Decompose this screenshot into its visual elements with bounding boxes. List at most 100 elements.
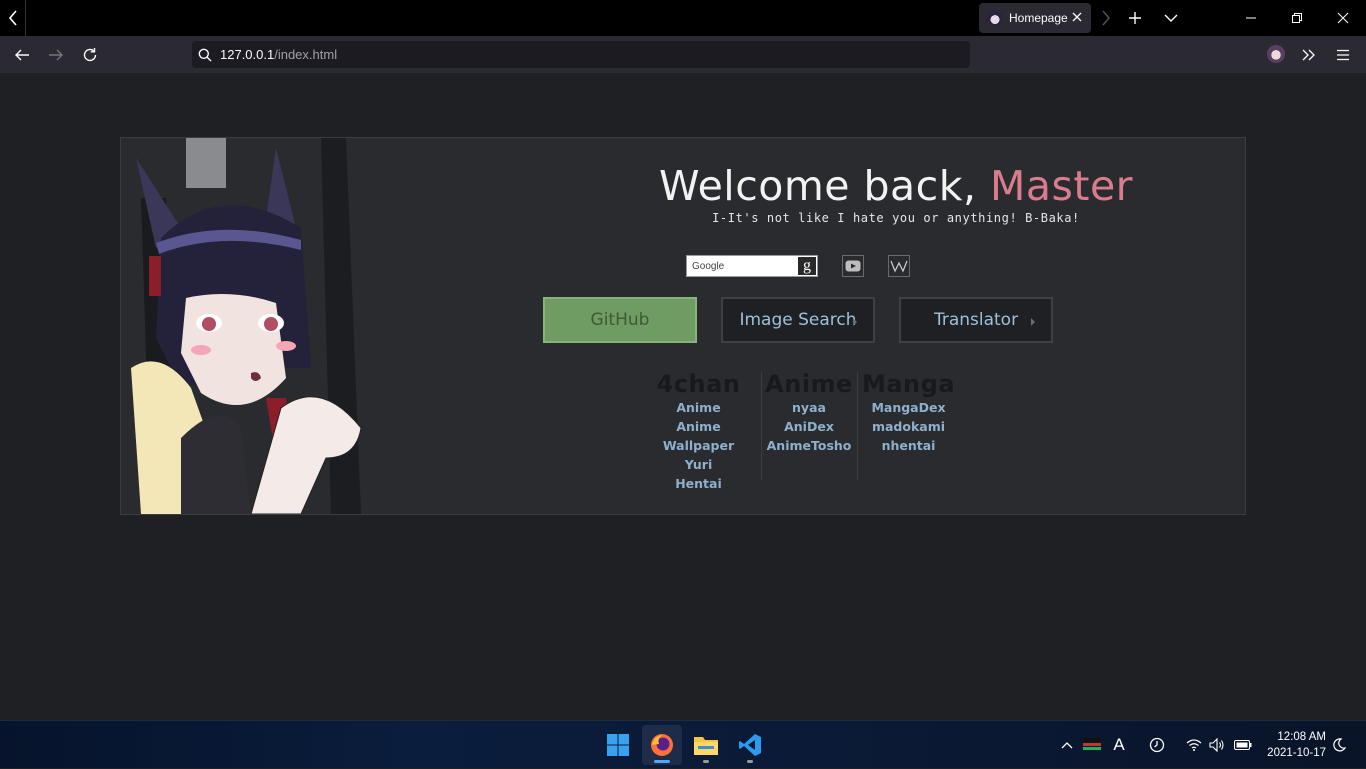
back-button[interactable]: [9, 42, 35, 68]
tab-strip: Homepage: [0, 0, 1366, 36]
github-button[interactable]: GitHub: [543, 297, 697, 343]
account-avatar[interactable]: [1267, 45, 1285, 63]
image-search-button[interactable]: Image Search: [721, 297, 875, 343]
youtube-search-button[interactable]: [842, 255, 864, 277]
taskbar-vscode[interactable]: [730, 725, 770, 765]
translator-button[interactable]: Translator: [899, 297, 1053, 343]
input-indicator[interactable]: A: [1108, 721, 1130, 769]
taskbar-clock[interactable]: 12:08 AM 2021-10-17: [1262, 729, 1326, 761]
navigation-toolbar: 127.0.0.1/index.html: [0, 36, 1366, 73]
clock-date: 2021-10-17: [1267, 747, 1326, 759]
minimize-icon: [1246, 17, 1256, 19]
sync-icon: [1149, 737, 1165, 753]
welcome-name: Master: [990, 162, 1134, 210]
focus-assist-button[interactable]: [1330, 721, 1348, 769]
taskbar-file-explorer[interactable]: [686, 725, 726, 765]
plus-icon: [1129, 12, 1141, 24]
taskbar-firefox[interactable]: [642, 725, 682, 765]
arrow-right-icon: [49, 49, 63, 61]
link-animetosho[interactable]: AnimeTosho: [764, 436, 854, 455]
page-viewport: Welcome back, Master I-It's not like I h…: [0, 73, 1366, 720]
url-path: /index.html: [274, 47, 338, 62]
tab-homepage[interactable]: Homepage: [979, 3, 1091, 33]
list-all-tabs-button[interactable]: [1161, 8, 1181, 28]
volume-button[interactable]: [1207, 721, 1227, 769]
active-app-indicator: [654, 760, 670, 763]
chevron-right-icon: [1102, 10, 1110, 26]
welcome-subtitle: I-It's not like I hate you or anything! …: [712, 211, 1080, 225]
column-heading: 4chan: [656, 370, 741, 398]
welcome-heading: Welcome back, Master: [561, 162, 1231, 210]
link-anime-wallpaper[interactable]: Anime Wallpaper: [641, 417, 756, 455]
more-tools-button[interactable]: [1296, 42, 1322, 68]
wikipedia-icon: [890, 260, 908, 273]
link-column-4chan: 4chan Anime Anime Wallpaper Yuri Hentai: [641, 370, 756, 493]
start-button[interactable]: [598, 725, 638, 765]
close-icon: [1337, 12, 1349, 24]
restore-button[interactable]: [1274, 0, 1320, 36]
column-divider: [857, 372, 858, 480]
link-nhentai[interactable]: nhentai: [861, 436, 956, 455]
tab-scroll-left-button[interactable]: [0, 0, 26, 36]
search-icon: [198, 48, 212, 61]
close-window-button[interactable]: [1320, 0, 1366, 36]
welcome-prefix: Welcome back,: [658, 162, 991, 210]
folder-icon: [694, 737, 718, 755]
image-search-button-label: Image Search: [739, 310, 857, 330]
translator-button-label: Translator: [933, 310, 1019, 330]
forward-button[interactable]: [43, 42, 69, 68]
link-anidex[interactable]: AniDex: [764, 417, 854, 436]
address-bar[interactable]: 127.0.0.1/index.html: [192, 41, 970, 68]
link-nyaa[interactable]: nyaa: [764, 398, 854, 417]
link-mangadex[interactable]: MangaDex: [861, 398, 956, 417]
chevron-left-icon: [8, 10, 17, 26]
column-heading: Manga: [861, 370, 956, 398]
github-button-label: GitHub: [590, 310, 650, 330]
search-input[interactable]: [687, 256, 797, 276]
open-app-indicator: [703, 760, 709, 763]
vscode-icon: [739, 734, 761, 756]
google-icon[interactable]: g: [798, 257, 816, 275]
tray-app-icon: [1083, 738, 1101, 750]
moon-icon: [1333, 738, 1346, 752]
youtube-icon: [845, 260, 861, 272]
double-chevron-right-icon: [1302, 49, 1315, 61]
tab-favicon-icon: [987, 10, 1003, 26]
windows-logo-icon: [607, 734, 629, 756]
chevron-up-icon: [1061, 742, 1073, 749]
google-search-box: g: [686, 255, 818, 277]
firefox-icon: [651, 734, 673, 756]
taskbar: A 12:08 AM 2021-10-17: [0, 720, 1366, 768]
caret-right-icon: [1031, 318, 1035, 326]
url-host: 127.0.0.1: [220, 47, 275, 62]
wikipedia-search-button[interactable]: [888, 255, 910, 277]
link-anime[interactable]: Anime: [641, 398, 756, 417]
show-hidden-icons-button[interactable]: [1058, 721, 1076, 769]
link-hentai[interactable]: Hentai: [641, 474, 756, 493]
clock-time: 12:08 AM: [1277, 731, 1326, 743]
tab-scroll-right-button[interactable]: [1096, 8, 1116, 28]
battery-icon: [1234, 740, 1252, 750]
hamburger-menu-icon: [1337, 49, 1349, 61]
tray-sync-button[interactable]: [1146, 721, 1168, 769]
arrow-left-icon: [15, 49, 29, 61]
link-column-anime: Anime nyaa AniDex AnimeTosho: [764, 370, 854, 455]
network-button[interactable]: [1184, 721, 1204, 769]
wifi-icon: [1186, 739, 1202, 751]
column-heading: Anime: [765, 370, 853, 398]
link-madokami[interactable]: madokami: [861, 417, 956, 436]
minimize-button[interactable]: [1228, 0, 1274, 36]
close-tab-icon[interactable]: [1071, 11, 1083, 23]
new-tab-button[interactable]: [1125, 8, 1145, 28]
battery-button[interactable]: [1232, 721, 1254, 769]
tab-title: Homepage: [1009, 11, 1068, 25]
tray-app-button[interactable]: [1082, 721, 1102, 769]
anime-character-illustration: [121, 138, 371, 514]
link-column-manga: Manga MangaDex madokami nhentai: [861, 370, 956, 455]
reload-button[interactable]: [77, 42, 103, 68]
app-menu-button[interactable]: [1330, 42, 1356, 68]
reload-icon: [83, 48, 97, 62]
speaker-icon: [1209, 738, 1224, 752]
link-yuri[interactable]: Yuri: [641, 455, 756, 474]
chevron-down-icon: [1164, 14, 1178, 22]
